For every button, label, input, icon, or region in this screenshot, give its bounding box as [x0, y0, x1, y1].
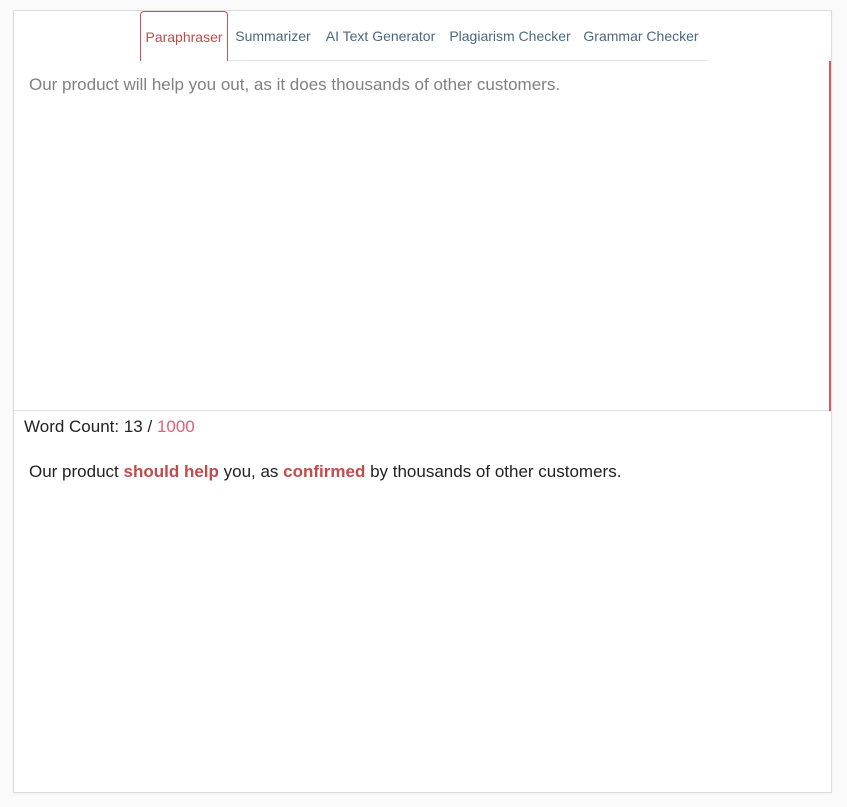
word-count-current: 13	[123, 417, 148, 436]
tool-tabs: Paraphraser Summarizer AI Text Generator…	[140, 11, 707, 61]
output-part-3: by thousands of other customers.	[365, 462, 622, 481]
output-text: Our product should help you, as confirme…	[29, 462, 621, 482]
tab-ai-text-generator[interactable]: AI Text Generator	[318, 11, 443, 60]
output-highlight-1[interactable]: should help	[124, 462, 219, 481]
tab-plagiarism-checker[interactable]: Plagiarism Checker	[443, 11, 577, 60]
input-text-area[interactable]: Our product will help you out, as it doe…	[14, 61, 831, 411]
word-count-label: Word Count:	[24, 417, 124, 436]
input-accent-bar	[829, 61, 831, 411]
word-count-limit: 1000	[156, 417, 195, 436]
tab-summarizer[interactable]: Summarizer	[228, 11, 318, 60]
word-count-separator: /	[147, 417, 157, 436]
tab-paraphraser[interactable]: Paraphraser	[140, 11, 228, 61]
input-text[interactable]: Our product will help you out, as it doe…	[29, 75, 560, 95]
paraphraser-card: Paraphraser Summarizer AI Text Generator…	[13, 10, 832, 793]
output-part-1: Our product	[29, 462, 124, 481]
word-count: Word Count: 13 / 1000	[24, 417, 195, 437]
output-highlight-2[interactable]: confirmed	[283, 462, 365, 481]
output-part-2: you, as	[218, 462, 284, 481]
tab-grammar-checker[interactable]: Grammar Checker	[577, 11, 705, 60]
